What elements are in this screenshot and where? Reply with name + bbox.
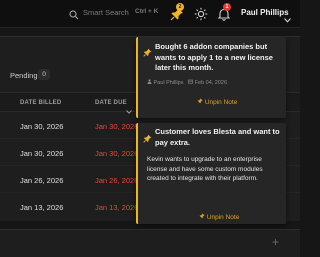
note-meta: Paul Phillips Feb 04, 2026 xyxy=(147,79,227,86)
column-header-date-billed[interactable]: DATE BILLED xyxy=(20,100,61,106)
note-date: Feb 04, 2026 xyxy=(194,80,228,86)
note-title: Bought 6 addon companies but wants to ap… xyxy=(155,42,273,72)
unpin-note-button[interactable]: Unpin Note xyxy=(199,213,239,221)
date-due-cell: Jan 30, 2026 xyxy=(95,149,139,158)
pin-icon xyxy=(199,213,205,219)
column-header-date-due[interactable]: DATE DUE xyxy=(95,100,127,106)
chevron-down-icon[interactable] xyxy=(284,10,291,28)
unpin-note-label: Unpin Note xyxy=(206,214,240,221)
date-billed-cell: Jan 30, 2026 xyxy=(20,122,64,131)
date-billed-cell: Jan 30, 2026 xyxy=(20,149,64,158)
pending-count-badge: 0 xyxy=(38,69,50,80)
pinned-note: Customer loves Blesta and want to pay ex… xyxy=(136,123,286,224)
secondary-panel: + xyxy=(0,229,300,257)
date-billed-cell: Jan 13, 2026 xyxy=(20,203,64,212)
note-author: Paul Phillips xyxy=(153,80,184,86)
search-shortcut: Ctrl + K xyxy=(135,8,159,15)
date-billed-cell: Jan 26, 2026 xyxy=(20,176,64,185)
search-icon xyxy=(69,7,79,25)
pin-icon xyxy=(197,98,203,104)
pinned-note: Bought 6 addon companies but wants to ap… xyxy=(136,37,286,118)
notes-count-badge: 2 xyxy=(176,3,184,11)
plus-icon[interactable]: + xyxy=(272,235,279,249)
pin-icon xyxy=(143,44,152,62)
tab-pending[interactable]: Pending xyxy=(10,71,38,80)
theme-toggle-button[interactable] xyxy=(194,7,208,21)
note-title: Customer loves Blesta and want to pay ex… xyxy=(155,127,280,147)
pin-icon xyxy=(143,130,152,148)
date-due-cell: Jan 30, 2026 xyxy=(95,122,139,131)
user-icon xyxy=(147,79,152,84)
sun-icon xyxy=(194,7,208,21)
smart-search[interactable]: Smart Search Ctrl + K xyxy=(64,3,160,24)
note-body: Kevin wants to upgrade to an enterprise … xyxy=(147,156,263,182)
date-due-cell: Jan 13, 2026 xyxy=(95,203,139,212)
date-due-cell: Jan 26, 2026 xyxy=(95,176,139,185)
unpin-note-button[interactable]: Unpin Note xyxy=(197,98,237,106)
top-bar: Smart Search Ctrl + K 2 1 Paul Phillips xyxy=(0,0,300,28)
notifications-count-badge: 1 xyxy=(223,3,231,11)
calendar-icon xyxy=(188,79,193,84)
user-menu[interactable]: Paul Phillips xyxy=(241,8,289,17)
unpin-note-label: Unpin Note xyxy=(204,99,238,106)
search-placeholder: Smart Search xyxy=(83,8,129,17)
